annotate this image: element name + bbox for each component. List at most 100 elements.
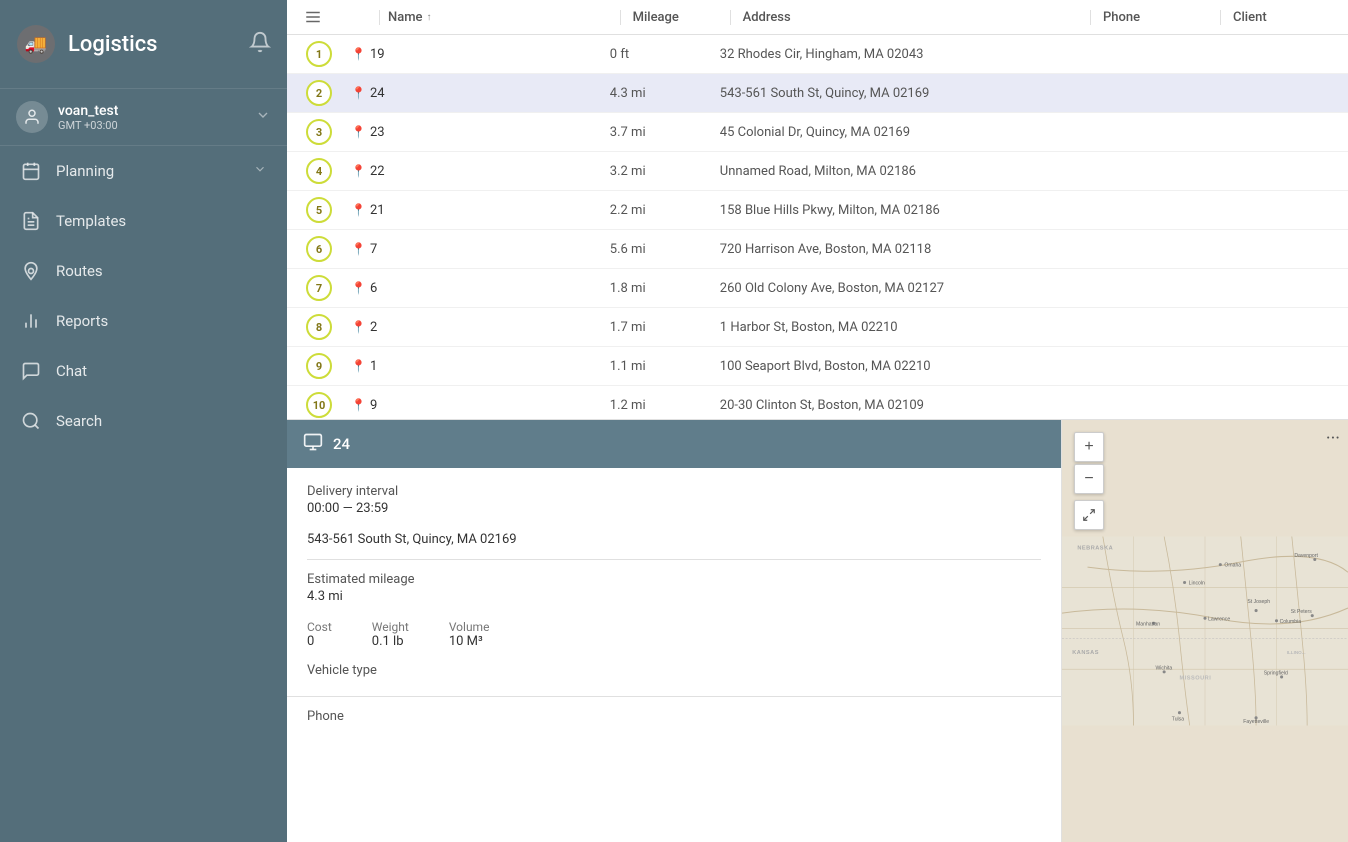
stop-badge-container: 5 <box>295 197 343 223</box>
stops-table: Name ↑ Mileage Address Phone Client 1 📍 … <box>287 0 1348 420</box>
pin-icon: 📍 <box>351 359 366 373</box>
col-header-phone[interactable]: Phone <box>1090 10 1220 25</box>
pin-icon: 📍 <box>351 203 366 217</box>
search-icon <box>20 410 42 432</box>
map-more-options[interactable]: ··· <box>1326 428 1340 449</box>
main-content: Name ↑ Mileage Address Phone Client 1 📍 … <box>287 0 1348 842</box>
stop-badge-container: 8 <box>295 314 343 340</box>
table-row[interactable]: 4 📍 22 3.2 mi Unnamed Road, Milton, MA 0… <box>287 152 1348 191</box>
row-mileage: 3.7 mi <box>598 125 708 140</box>
notification-bell[interactable] <box>249 31 271 57</box>
stop-badge: 7 <box>306 275 332 301</box>
detail-divider <box>307 559 1041 560</box>
table-row[interactable]: 9 📍 1 1.1 mi 100 Seaport Blvd, Boston, M… <box>287 347 1348 386</box>
stop-badge: 1 <box>306 41 332 67</box>
table-row[interactable]: 10 📍 9 1.2 mi 20-30 Clinton St, Boston, … <box>287 386 1348 420</box>
row-mileage: 5.6 mi <box>598 242 708 257</box>
reports-label: Reports <box>56 312 108 330</box>
row-name: 📍 19 <box>343 47 598 62</box>
stop-badge-container: 3 <box>295 119 343 145</box>
row-address: Unnamed Road, Milton, MA 02186 <box>708 164 1090 179</box>
sidebar-item-templates[interactable]: Templates <box>0 196 287 246</box>
table-row[interactable]: 6 📍 7 5.6 mi 720 Harrison Ave, Boston, M… <box>287 230 1348 269</box>
estimated-mileage-value: 4.3 mi <box>307 589 1041 604</box>
row-mileage: 1.1 mi <box>598 359 708 374</box>
zoom-in-button[interactable]: + <box>1074 432 1104 462</box>
estimated-mileage-section: Estimated mileage 4.3 mi <box>307 572 1041 604</box>
table-row[interactable]: 3 📍 23 3.7 mi 45 Colonial Dr, Quincy, MA… <box>287 113 1348 152</box>
bottom-panel: 24 Delivery interval 00:00 — 23:59 543-5… <box>287 420 1348 842</box>
stop-badge: 10 <box>306 392 332 418</box>
row-name-value: 2 <box>370 320 377 335</box>
table-header: Name ↑ Mileage Address Phone Client <box>287 0 1348 35</box>
stop-badge: 6 <box>306 236 332 262</box>
table-row[interactable]: 5 📍 21 2.2 mi 158 Blue Hills Pkwy, Milto… <box>287 191 1348 230</box>
user-profile[interactable]: voan_test GMT +03:00 <box>0 88 287 146</box>
map-area: NEBRASKA KANSAS MISSOURI ILLINO... Omaha… <box>1062 420 1348 842</box>
row-name-value: 19 <box>370 47 385 62</box>
svg-text:St Peters: St Peters <box>1291 609 1312 615</box>
row-mileage: 0 ft <box>598 47 708 62</box>
avatar <box>16 101 48 133</box>
delivery-interval-label: Delivery interval <box>307 484 1041 499</box>
fullscreen-button[interactable] <box>1074 500 1104 530</box>
row-mileage: 1.8 mi <box>598 281 708 296</box>
col-header-mileage[interactable]: Mileage <box>620 10 730 25</box>
row-mileage: 3.2 mi <box>598 164 708 179</box>
pin-icon: 📍 <box>351 164 366 178</box>
stop-badge: 9 <box>306 353 332 379</box>
svg-text:ILLINO...: ILLINO... <box>1287 650 1306 655</box>
delivery-interval-section: Delivery interval 00:00 — 23:59 <box>307 484 1041 516</box>
pin-icon: 📍 <box>351 47 366 61</box>
sidebar: 🚚 Logistics voan_test GMT +03:00 <box>0 0 287 842</box>
svg-text:NEBRASKA: NEBRASKA <box>1077 545 1113 551</box>
table-row[interactable]: 2 📍 24 4.3 mi 543-561 South St, Quincy, … <box>287 74 1348 113</box>
phone-label: Phone <box>307 709 1041 724</box>
sidebar-item-reports[interactable]: Reports <box>0 296 287 346</box>
table-rows: 1 📍 19 0 ft 32 Rhodes Cir, Hingham, MA 0… <box>287 35 1348 420</box>
row-name: 📍 6 <box>343 281 598 296</box>
col-header-name[interactable]: Name ↑ <box>379 10 620 25</box>
zoom-out-button[interactable]: − <box>1074 464 1104 494</box>
svg-text:St Joseph: St Joseph <box>1247 599 1270 605</box>
stop-badge-container: 6 <box>295 236 343 262</box>
row-name-value: 1 <box>370 359 377 374</box>
row-address: 260 Old Colony Ave, Boston, MA 02127 <box>708 281 1090 296</box>
row-address: 720 Harrison Ave, Boston, MA 02118 <box>708 242 1090 257</box>
row-name: 📍 24 <box>343 86 598 101</box>
table-menu-icon[interactable] <box>295 8 331 26</box>
row-mileage: 4.3 mi <box>598 86 708 101</box>
sidebar-item-chat[interactable]: Chat <box>0 346 287 396</box>
svg-text:Lawrence: Lawrence <box>1208 616 1230 622</box>
planning-icon <box>20 160 42 182</box>
phone-section: Phone <box>287 696 1061 738</box>
row-address: 20-30 Clinton St, Boston, MA 02109 <box>708 398 1090 413</box>
row-name: 📍 1 <box>343 359 598 374</box>
col-header-client[interactable]: Client <box>1220 10 1340 25</box>
chat-label: Chat <box>56 362 87 380</box>
detail-body: Delivery interval 00:00 — 23:59 543-561 … <box>287 468 1061 696</box>
svg-text:MISSOURI: MISSOURI <box>1179 676 1211 682</box>
table-row[interactable]: 1 📍 19 0 ft 32 Rhodes Cir, Hingham, MA 0… <box>287 35 1348 74</box>
sidebar-item-planning[interactable]: Planning <box>0 146 287 196</box>
weight-value: 0.1 lb <box>372 634 409 649</box>
user-timezone: GMT +03:00 <box>58 119 245 132</box>
user-menu-chevron[interactable] <box>255 107 271 127</box>
map-controls: + − <box>1074 432 1104 530</box>
sidebar-item-routes[interactable]: Routes <box>0 246 287 296</box>
svg-text:Lincoln: Lincoln <box>1189 581 1205 587</box>
col-header-address[interactable]: Address <box>730 10 1090 25</box>
stop-badge-container: 10 <box>295 392 343 418</box>
chat-icon <box>20 360 42 382</box>
sidebar-item-search[interactable]: Search <box>0 396 287 446</box>
row-address: 543-561 South St, Quincy, MA 02169 <box>708 86 1090 101</box>
row-name-value: 22 <box>370 164 385 179</box>
stop-badge: 3 <box>306 119 332 145</box>
estimated-mileage-label: Estimated mileage <box>307 572 1041 587</box>
svg-text:Omaha: Omaha <box>1224 563 1241 569</box>
table-row[interactable]: 8 📍 2 1.7 mi 1 Harbor St, Boston, MA 022… <box>287 308 1348 347</box>
row-name: 📍 21 <box>343 203 598 218</box>
table-row[interactable]: 7 📍 6 1.8 mi 260 Old Colony Ave, Boston,… <box>287 269 1348 308</box>
sidebar-header: 🚚 Logistics <box>0 0 287 88</box>
detail-panel: 24 Delivery interval 00:00 — 23:59 543-5… <box>287 420 1062 842</box>
